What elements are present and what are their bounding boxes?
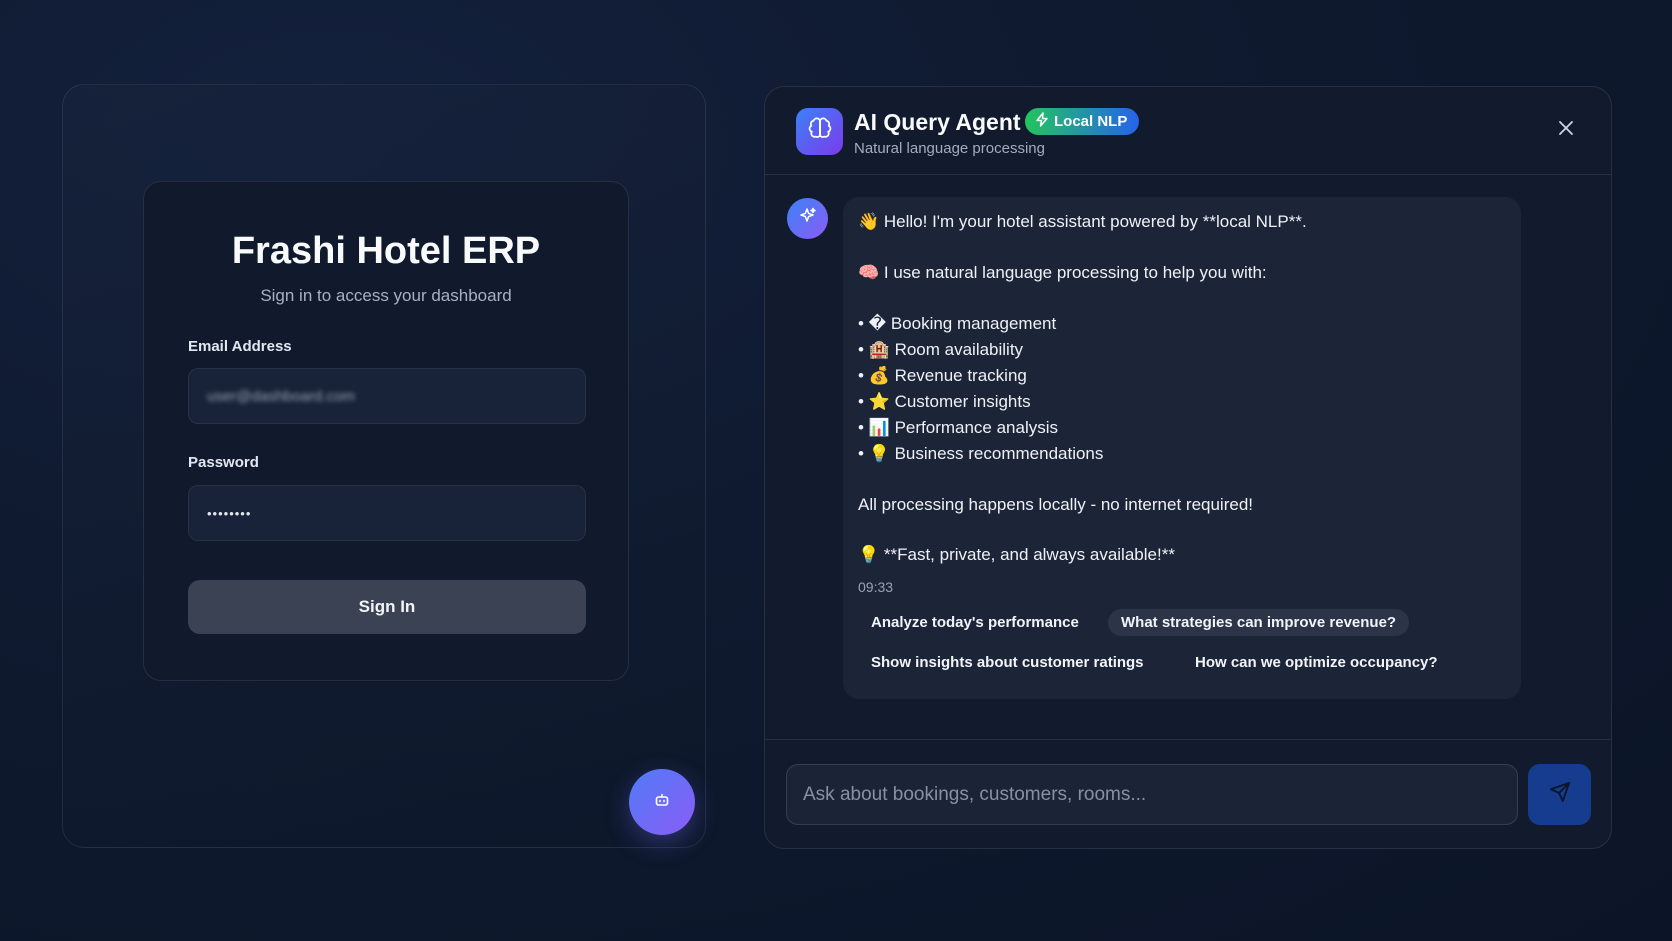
password-label: Password — [188, 454, 259, 471]
password-field[interactable]: •••••••• — [188, 485, 586, 541]
password-value: •••••••• — [207, 505, 252, 521]
suggestion-chip[interactable]: Show insights about customer ratings — [858, 649, 1157, 676]
close-button[interactable] — [1555, 119, 1577, 141]
message-line: 👋 Hello! I'm your hotel assistant powere… — [858, 212, 1307, 231]
chat-input-area — [765, 739, 1611, 848]
robot-icon — [654, 792, 670, 813]
email-field[interactable]: user@dashboard.com — [188, 368, 586, 424]
message-timestamp: 09:33 — [858, 579, 894, 595]
local-nlp-badge: Local NLP — [1025, 108, 1140, 135]
lightning-icon — [1035, 112, 1049, 131]
suggestion-chip[interactable]: What strategies can improve revenue? — [1108, 609, 1410, 636]
chat-panel: AI Query Agent Local NLP Natural languag… — [764, 86, 1612, 849]
login-subtitle: Sign in to access your dashboard — [260, 286, 512, 305]
message-line: • ⭐ Customer insights — [858, 392, 1031, 411]
chat-launcher-button[interactable] — [629, 769, 695, 835]
send-button[interactable] — [1528, 764, 1591, 825]
message-line: 🧠 I use natural language processing to h… — [858, 263, 1267, 282]
chat-title: AI Query Agent — [854, 109, 1021, 135]
suggestion-chip[interactable]: How can we optimize occupancy? — [1182, 649, 1451, 676]
email-label: Email Address — [188, 338, 292, 355]
message-line: • 💡 Business recommendations — [858, 444, 1104, 463]
chat-header: AI Query Agent Local NLP Natural languag… — [765, 87, 1611, 175]
message-line: • 💰 Revenue tracking — [858, 366, 1027, 385]
bot-avatar — [787, 198, 828, 239]
message-line: • 📊 Performance analysis — [858, 418, 1059, 437]
message-line: • � Booking management — [858, 314, 1057, 333]
brain-icon — [807, 116, 833, 147]
message-line: 💡 **Fast, private, and always available!… — [858, 545, 1175, 564]
sparkles-icon — [798, 206, 818, 231]
badge-label: Local NLP — [1054, 113, 1128, 130]
close-icon — [1558, 120, 1574, 141]
message-line: • 🏨 Room availability — [858, 340, 1024, 359]
email-value: user@dashboard.com — [207, 387, 355, 405]
assistant-message: 👋 Hello! I'm your hotel assistant powere… — [843, 197, 1521, 699]
suggestion-chip[interactable]: Analyze today's performance — [858, 609, 1092, 636]
agent-avatar — [796, 108, 843, 155]
login-card: Frashi Hotel ERP Sign in to access your … — [143, 181, 629, 681]
login-title: Frashi Hotel ERP — [231, 230, 541, 272]
chat-subtitle: Natural language processing — [854, 140, 1045, 157]
chat-input[interactable] — [786, 764, 1518, 825]
login-panel: Frashi Hotel ERP Sign in to access your … — [62, 84, 706, 848]
sign-in-button[interactable]: Sign In — [188, 580, 586, 634]
message-line: All processing happens locally - no inte… — [858, 495, 1254, 514]
send-icon — [1549, 781, 1571, 808]
